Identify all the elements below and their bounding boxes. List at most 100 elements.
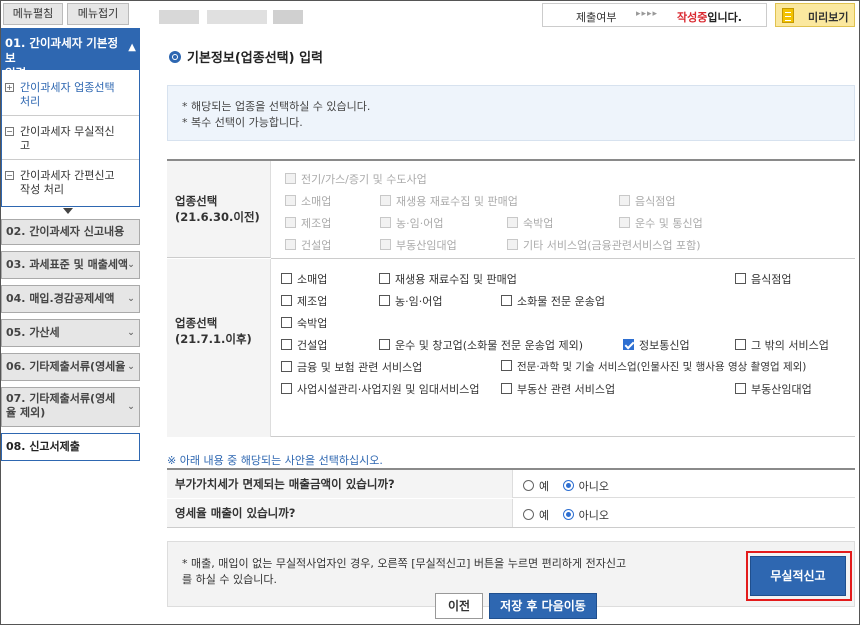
- checkbox-option[interactable]: 소화물 전문 운송업: [501, 293, 605, 309]
- checkbox-option: 농·임·어업: [380, 215, 443, 231]
- checkbox-option[interactable]: 제조업: [281, 293, 327, 309]
- checkbox[interactable]: [379, 295, 390, 306]
- option-label: 부동산 관련 서비스업: [517, 383, 615, 396]
- checkbox-option[interactable]: 숙박업: [281, 315, 327, 331]
- nil-return-message: * 매출, 매입이 없는 무실적사업자인 경우, 오른쪽 [무실적신고] 버튼을…: [182, 556, 632, 588]
- prev-button[interactable]: 이전: [435, 593, 483, 619]
- sidebar-item-02[interactable]: 02. 간이과세자 신고내용: [1, 219, 140, 245]
- checkbox[interactable]: [735, 339, 746, 350]
- chevron-down-icon: ⌄: [126, 359, 136, 375]
- checkbox-option[interactable]: 정보통신업: [623, 337, 690, 353]
- option-label: 금융 및 보험 관련 서비스업: [297, 361, 422, 374]
- arrow-icon: ▸▸▸▸: [636, 9, 658, 19]
- checkbox[interactable]: [281, 339, 292, 350]
- radio-selected[interactable]: [563, 480, 574, 491]
- save-next-button[interactable]: 저장 후 다음이동: [489, 593, 597, 619]
- checkbox-option[interactable]: 소매업: [281, 271, 327, 287]
- status-value-suffix: 입니다.: [707, 11, 742, 24]
- checkbox-option: 숙박업: [507, 215, 553, 231]
- sidebar-item-08[interactable]: 08. 신고서제출: [1, 433, 140, 461]
- group-header-label: 업종선택 (21.7.1.이후): [175, 315, 252, 347]
- checkbox-option[interactable]: 음식점업: [735, 271, 791, 287]
- checkbox-option[interactable]: 사업시설관리·사업지원 및 임대서비스업: [281, 381, 480, 397]
- checkbox-option: 재생용 재료수집 및 판매업: [380, 193, 518, 209]
- group-header-label: 업종선택 (21.6.30.이전): [175, 193, 260, 225]
- checkbox[interactable]: [281, 383, 292, 394]
- checkbox[interactable]: [501, 360, 512, 371]
- radio[interactable]: [523, 509, 534, 520]
- option-label: 기타 서비스업(금융관련서비스업 포함): [523, 239, 701, 252]
- document-icon: [782, 8, 794, 23]
- checkbox[interactable]: [379, 273, 390, 284]
- option-label: 제조업: [297, 295, 327, 308]
- checkbox-option[interactable]: 부동산임대업: [735, 381, 812, 397]
- expand-icon[interactable]: +: [5, 83, 14, 92]
- collapse-icon[interactable]: −: [5, 171, 14, 180]
- radio-yes[interactable]: 예: [523, 480, 549, 493]
- preview-button[interactable]: 미리보기: [775, 3, 855, 27]
- radio-no[interactable]: 아니오: [563, 480, 609, 493]
- checkbox[interactable]: [379, 339, 390, 350]
- sidebar-item-label: 05. 가산세: [6, 326, 60, 339]
- sidebar-item-label: 03. 과세표준 및 매출세액: [6, 258, 128, 271]
- collapse-icon[interactable]: −: [5, 127, 14, 136]
- chevron-down-icon: ⌄: [126, 291, 136, 307]
- redacted-text: [207, 10, 267, 24]
- collapse-menu-button[interactable]: 메뉴접기: [67, 3, 129, 25]
- option-label: 운수 및 창고업(소화물 전문 운송업 제외): [395, 339, 583, 352]
- sidebar-item-03[interactable]: 03. 과세표준 및 매출세액 ⌄: [1, 251, 140, 279]
- expand-menu-button[interactable]: 메뉴펼침: [3, 3, 63, 25]
- question-table: 부가가치세가 면제되는 매출금액이 있습니까? 예 아니오 영세율 매출이 있습…: [167, 468, 855, 528]
- radio-yes[interactable]: 예: [523, 509, 549, 522]
- checkbox[interactable]: [281, 295, 292, 306]
- menu-toggle-buttons: 메뉴펼침 메뉴접기: [1, 3, 141, 25]
- sidebar-item-04[interactable]: 04. 매입.경감공제세액 ⌄: [1, 285, 140, 313]
- option-label: 소매업: [301, 195, 331, 208]
- option-label: 농·임·어업: [395, 295, 442, 308]
- checkbox-option[interactable]: 건설업: [281, 337, 327, 353]
- nil-return-button[interactable]: 무실적신고: [750, 556, 846, 596]
- checkbox[interactable]: [281, 317, 292, 328]
- checkbox[interactable]: [735, 383, 746, 394]
- question-row: 부가가치세가 면제되는 매출금액이 있습니까? 예 아니오: [167, 470, 855, 498]
- option-label: 건설업: [301, 239, 331, 252]
- option-label: 부동산임대업: [396, 239, 457, 252]
- checkbox-option[interactable]: 그 밖의 서비스업: [735, 337, 829, 353]
- radio[interactable]: [523, 480, 534, 491]
- radio-selected[interactable]: [563, 509, 574, 520]
- checkbox-option[interactable]: 재생용 재료수집 및 판매업: [379, 271, 517, 287]
- option-label: 재생용 재료수집 및 판매업: [395, 273, 517, 286]
- checkbox-option[interactable]: 금융 및 보험 관련 서비스업: [281, 359, 422, 375]
- checkbox-option[interactable]: 운수 및 창고업(소화물 전문 운송업 제외): [379, 337, 583, 353]
- question-label: 부가가치세가 면제되는 매출금액이 있습니까?: [167, 470, 513, 498]
- sidebar-item-label: 04. 매입.경감공제세액: [6, 292, 114, 305]
- radio-label: 아니오: [579, 480, 609, 493]
- group-header: 업종선택 (21.6.30.이전): [167, 161, 271, 258]
- checkbox: [507, 217, 518, 228]
- checkbox-option[interactable]: 전문·과학 및 기술 서비스업(인물사진 및 행사용 영상 촬영업 제외): [501, 359, 806, 374]
- checkbox[interactable]: [281, 361, 292, 372]
- sidebar-item-label: 06. 기타제출서류(영세율: [6, 360, 125, 373]
- checkbox[interactable]: [501, 383, 512, 394]
- sidebar-item-07[interactable]: 07. 기타제출서류(영세율 제외) ⌄: [1, 387, 140, 427]
- checkbox-option[interactable]: 부동산 관련 서비스업: [501, 381, 615, 397]
- checkbox: [285, 239, 296, 250]
- sidebar-item-basic-info[interactable]: 01. 간이과세자 기본정보 입력 ▲: [1, 28, 140, 70]
- bullet-circle-icon: [169, 51, 181, 63]
- sidebar-item-05[interactable]: 05. 가산세 ⌄: [1, 319, 140, 347]
- sidebar-item-06[interactable]: 06. 기타제출서류(영세율 ⌄: [1, 353, 140, 381]
- checkbox[interactable]: [735, 273, 746, 284]
- info-line: * 복수 선택이 가능합니다.: [182, 114, 303, 130]
- checkbox[interactable]: [281, 273, 292, 284]
- checkbox-checked[interactable]: [623, 339, 634, 350]
- checkbox-option: 음식점업: [619, 193, 675, 209]
- checkbox-option[interactable]: 농·임·어업: [379, 293, 442, 309]
- status-label: 제출여부: [576, 9, 616, 25]
- radio-label: 아니오: [579, 509, 609, 522]
- submission-status: 제출여부 ▸▸▸▸ 작성중입니다.: [542, 3, 767, 27]
- question-row: 영세율 매출이 있습니까? 예 아니오: [167, 499, 855, 527]
- option-label: 숙박업: [523, 217, 553, 230]
- checkbox: [619, 195, 630, 206]
- radio-no[interactable]: 아니오: [563, 509, 609, 522]
- checkbox[interactable]: [501, 295, 512, 306]
